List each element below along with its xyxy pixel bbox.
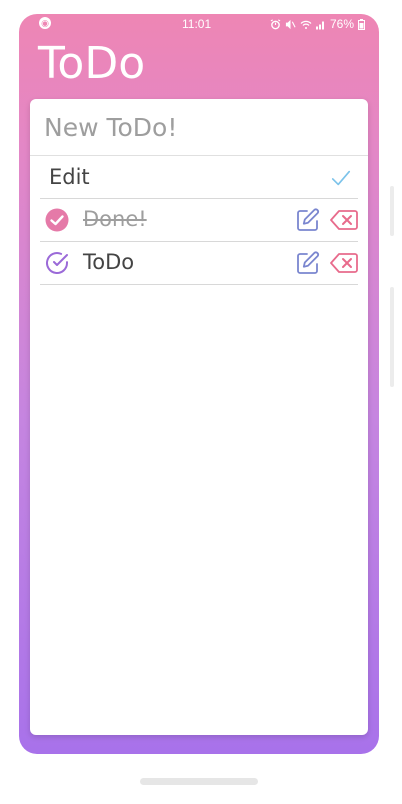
signal-icon (315, 21, 324, 29)
check-circle-outline-icon[interactable] (45, 251, 69, 275)
status-icons: 76% (270, 17, 365, 31)
check-circle-filled-icon[interactable] (45, 208, 69, 232)
edit-row: Edit (40, 157, 358, 199)
scroll-indicator (390, 287, 394, 387)
mute-icon (285, 19, 296, 29)
todo-item: ToDo (40, 242, 358, 285)
todo-text: Done! (83, 207, 147, 231)
wifi-icon (300, 20, 312, 29)
backspace-icon[interactable] (330, 209, 358, 231)
edit-icon[interactable] (296, 251, 320, 275)
app-title: ToDo (38, 38, 146, 89)
new-todo-row (30, 99, 368, 156)
alarm-icon (270, 18, 281, 29)
checkmark-icon[interactable] (330, 167, 352, 189)
battery-icon (358, 18, 365, 30)
backspace-icon[interactable] (330, 252, 358, 274)
notification-icon: ◉ (39, 17, 51, 29)
status-time: 11:01 (182, 17, 212, 31)
scroll-indicator (390, 186, 394, 236)
todo-item: Done! (40, 199, 358, 242)
home-indicator[interactable] (140, 778, 258, 785)
status-bar: ◉ 11:01 76% (19, 14, 379, 34)
edit-icon[interactable] (296, 208, 320, 232)
battery-percent: 76% (329, 17, 354, 31)
todo-text: ToDo (83, 250, 135, 274)
todo-card: Edit Done! (30, 99, 368, 735)
edit-label: Edit (49, 165, 90, 189)
new-todo-input[interactable] (44, 109, 354, 145)
app-window: ◉ 11:01 76% ToDo Edit Done! (19, 14, 379, 754)
